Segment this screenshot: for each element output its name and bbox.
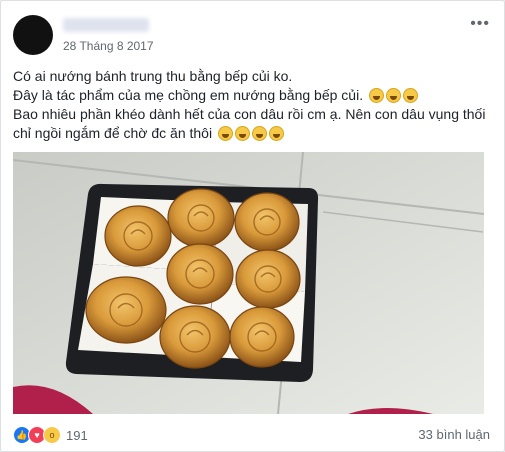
laughing-emoji-icon xyxy=(251,126,267,141)
reaction-count[interactable]: 191 xyxy=(66,428,88,443)
post-timestamp[interactable]: 28 Tháng 8 2017 xyxy=(63,39,154,53)
post-line: Bao nhiêu phần khéo dành hết của con dâu… xyxy=(13,106,486,122)
laughing-emoji-icon xyxy=(217,126,233,141)
post-text: Có ai nướng bánh trung thu bằng bếp củi … xyxy=(13,67,493,143)
more-options-icon[interactable]: ••• xyxy=(470,15,490,33)
post-line: chỉ ngồi ngắm để chờ đc ăn thôi xyxy=(13,124,493,143)
wow-icon: o xyxy=(43,426,61,444)
author-name-blurred[interactable] xyxy=(63,18,149,32)
reaction-summary[interactable]: 👍 ♥ o 191 xyxy=(13,425,88,445)
post-card: 28 Tháng 8 2017 ••• Có ai nướng bánh tru… xyxy=(0,0,505,452)
avatar[interactable] xyxy=(13,15,53,55)
post-photo[interactable] xyxy=(13,152,484,414)
comments-count-link[interactable]: 33 bình luận xyxy=(418,427,490,442)
mooncakes-tray-photo xyxy=(13,152,484,414)
laughing-emoji-icon xyxy=(402,88,418,103)
post-line: Đây là tác phẩm của mẹ chồng em nướng bằ… xyxy=(13,86,493,105)
laughing-emoji-icon xyxy=(385,88,401,103)
laughing-emoji-icon xyxy=(234,126,250,141)
post-line: Có ai nướng bánh trung thu bằng bếp củi … xyxy=(13,68,293,84)
laughing-emoji-icon xyxy=(368,88,384,103)
laughing-emoji-icon xyxy=(268,126,284,141)
